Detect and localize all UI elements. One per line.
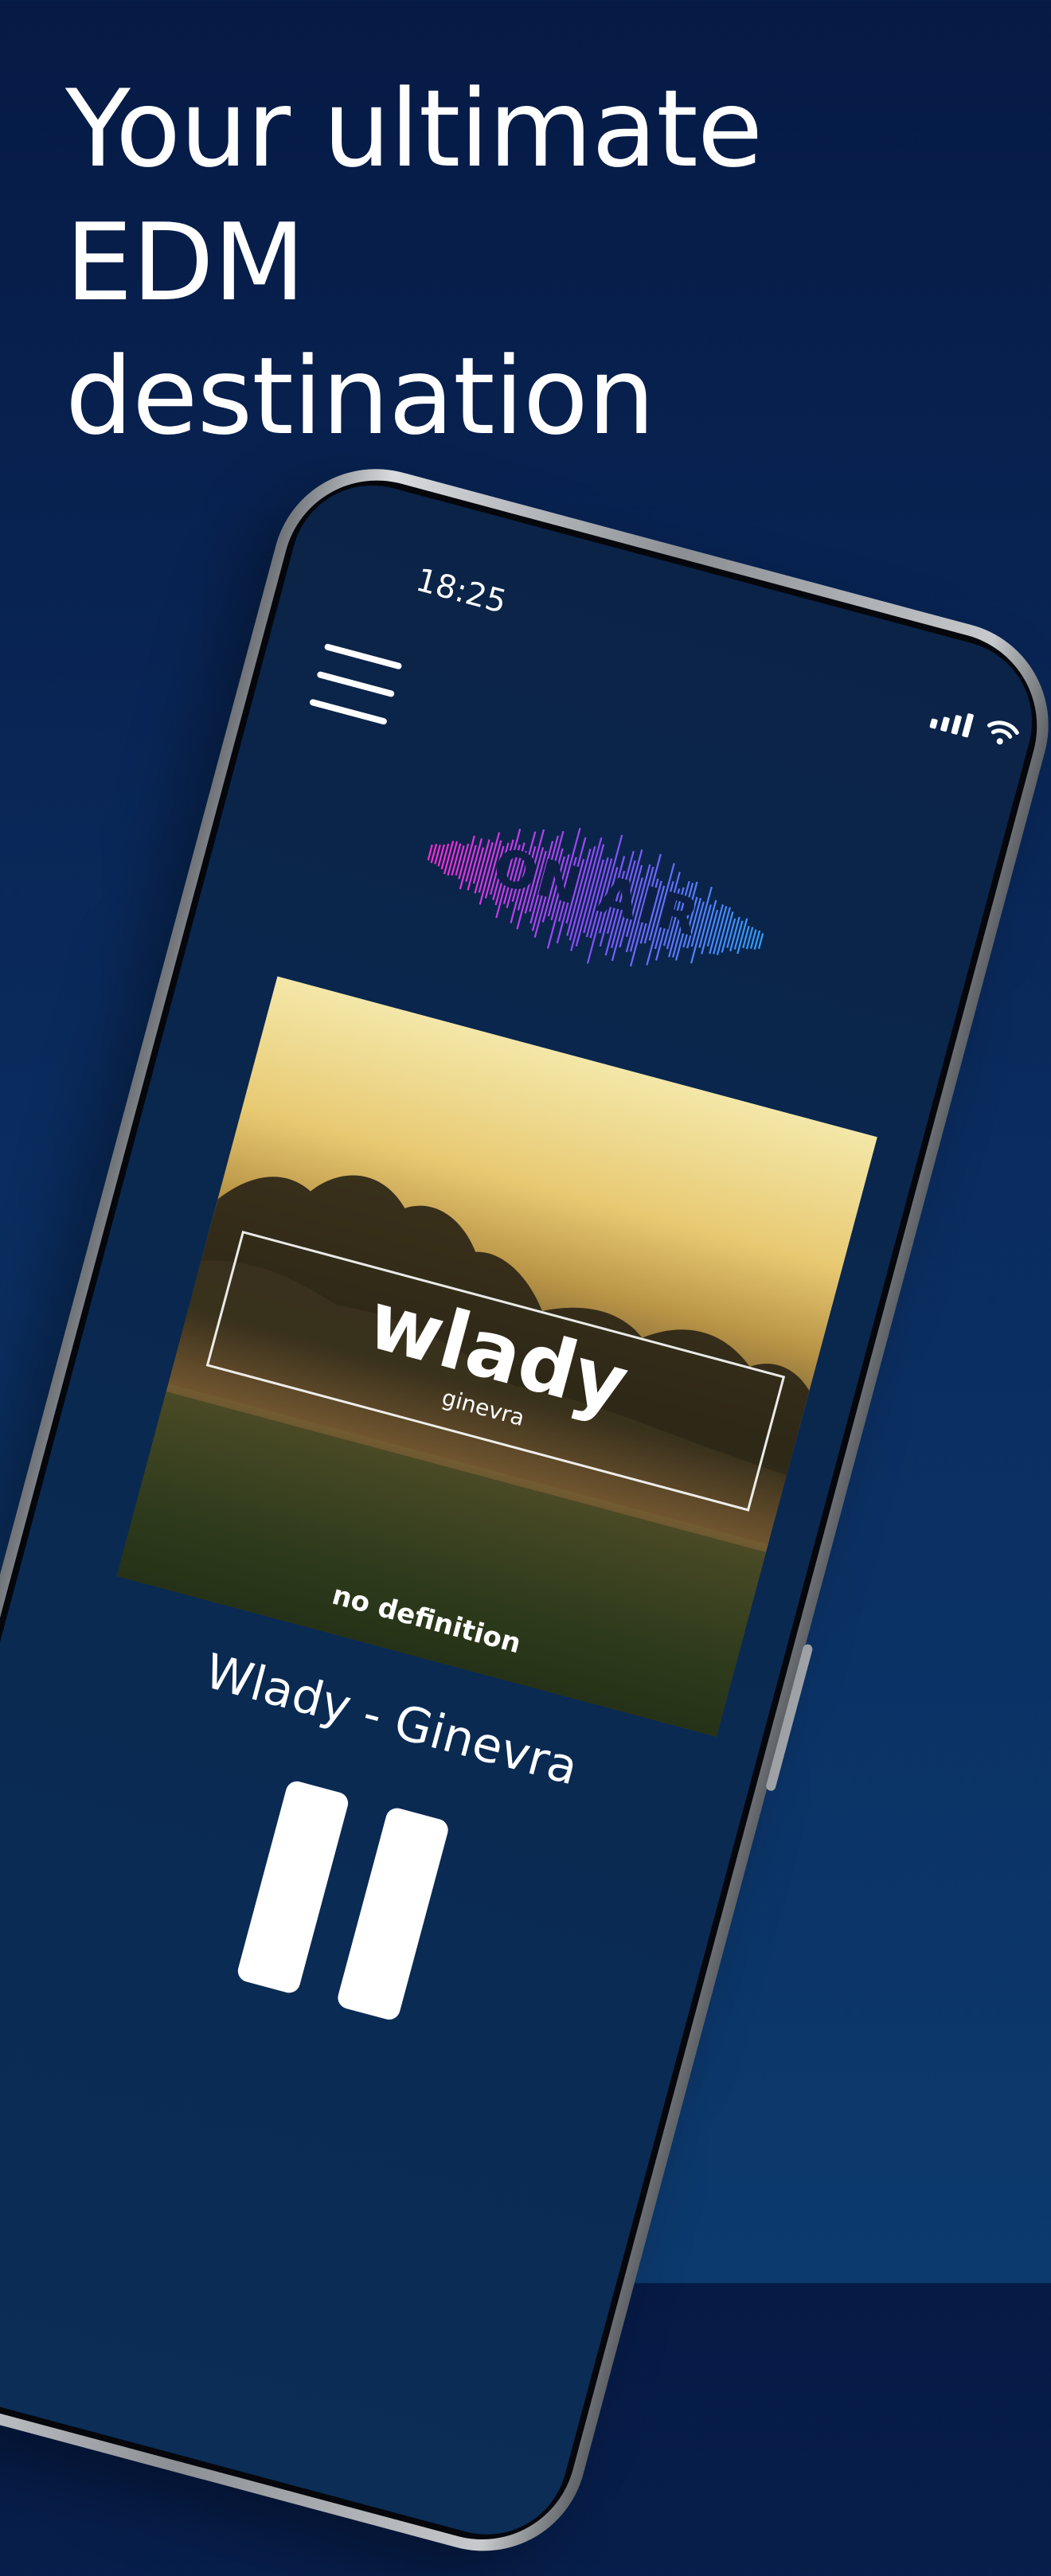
hamburger-menu-icon[interactable]: [309, 642, 403, 726]
status-time: 18:25: [412, 561, 510, 621]
pause-icon-bar: [335, 1805, 451, 2023]
on-air-logo: ON AIR: [396, 765, 795, 1029]
album-cover: wlady ginevra no definition: [116, 976, 877, 1737]
pause-icon: [235, 1778, 351, 1996]
headline-line-1: Your ultimate EDM: [65, 67, 763, 325]
status-icons: [929, 701, 1022, 751]
wifi-icon: [987, 720, 1019, 745]
headline: Your ultimate EDM destination: [65, 62, 1005, 463]
app-screen: 18:25 ON AIR wlady ginevra no definition…: [0, 466, 1050, 2553]
headline-line-2: destination: [65, 334, 655, 459]
signal-icon: [929, 704, 975, 738]
pause-button[interactable]: [232, 1778, 455, 2023]
phone-mockup: 18:25 ON AIR wlady ginevra no definition…: [0, 446, 1051, 2574]
